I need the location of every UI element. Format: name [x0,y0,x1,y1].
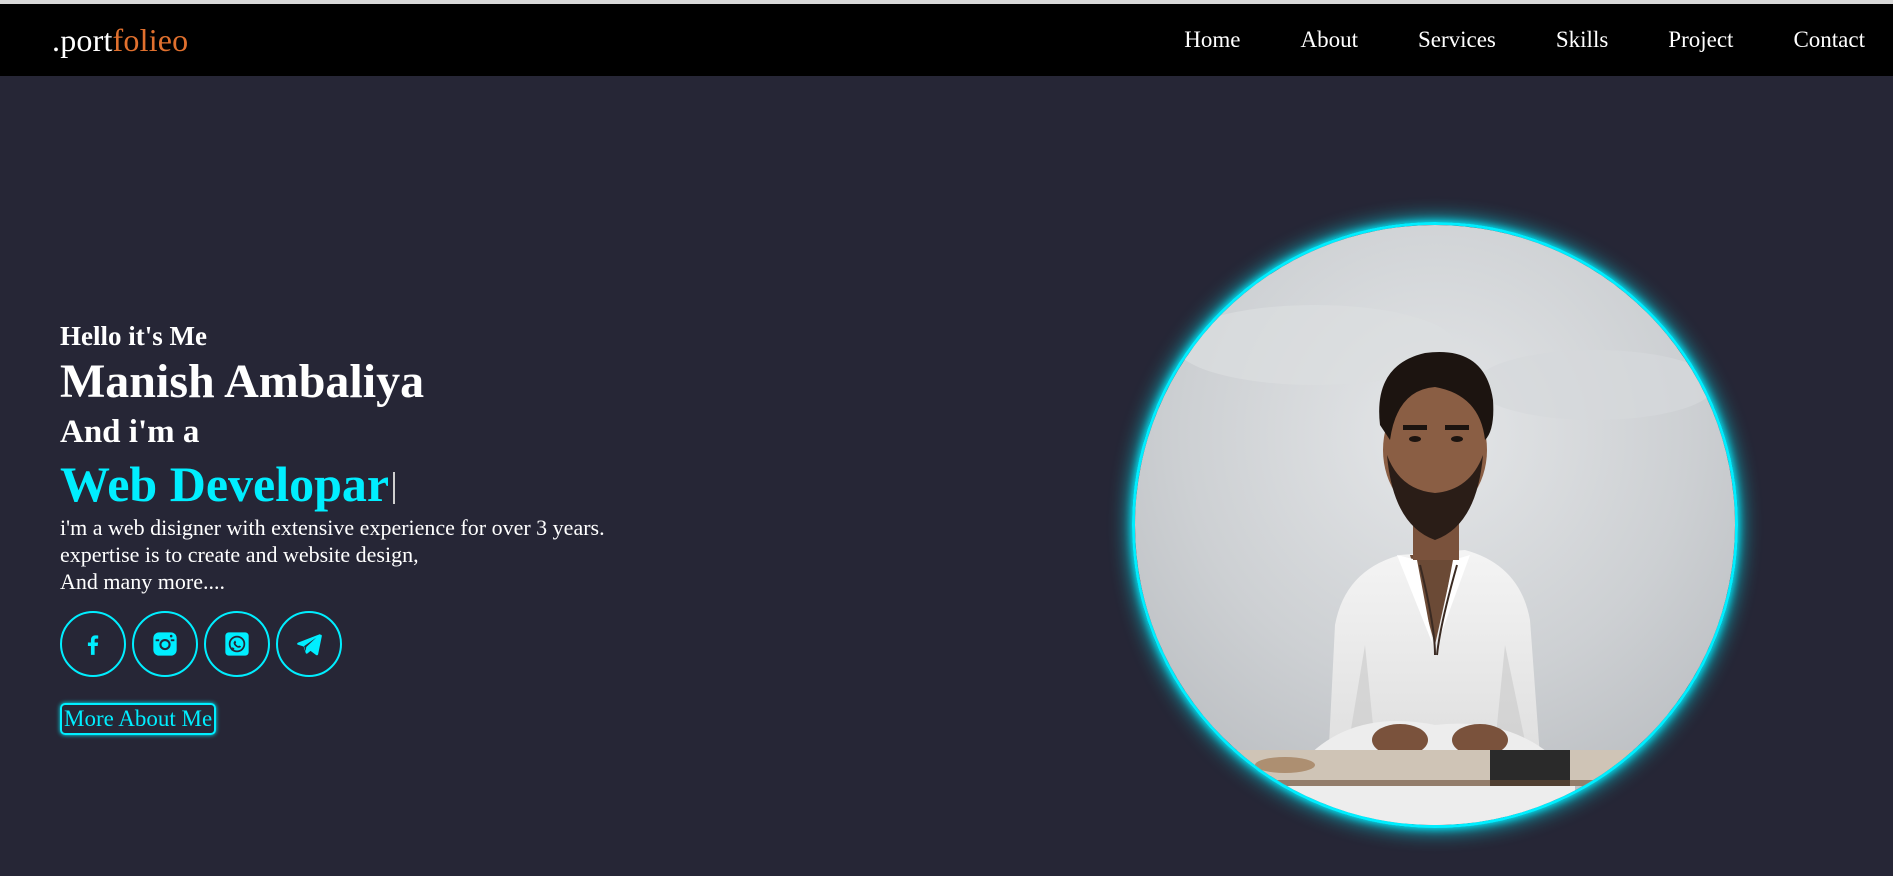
nav-skills[interactable]: Skills [1556,27,1608,53]
role-text: Web Developar [60,456,390,512]
description-line: expertise is to create and website desig… [60,542,419,567]
greeting: Hello it's Me [60,321,207,351]
description: i'm a web disigner with extensive experi… [60,514,760,595]
nav-contact[interactable]: Contact [1793,27,1865,53]
logo[interactable]: .portfolieo [52,22,188,59]
main-nav: Home About Services Skills Project Conta… [1124,27,1865,53]
whatsapp-icon [223,630,251,658]
logo-text: .port [52,21,113,58]
whatsapp-button[interactable] [204,611,270,677]
facebook-icon [80,631,106,657]
facebook-button[interactable] [60,611,126,677]
telegram-icon [295,630,323,658]
nav-services[interactable]: Services [1418,27,1496,53]
logo-accent-text: folieo [112,21,189,58]
site-header: .portfolieo Home About Services Skills P… [0,4,1893,76]
instagram-button[interactable] [132,611,198,677]
social-links [60,611,760,677]
intro-text: And i'm a [60,414,200,450]
description-line: i'm a web disigner with extensive experi… [60,515,605,540]
person-name: Manish Ambaliya [60,355,425,408]
nav-project[interactable]: Project [1668,27,1733,53]
typing-cursor [393,472,396,504]
role-title: Web Developar [60,454,760,514]
person-photo-illustration [1135,225,1735,825]
more-about-me-button[interactable]: More About Me [60,703,217,735]
telegram-button[interactable] [276,611,342,677]
description-line: And many more.... [60,569,225,594]
instagram-icon [151,630,179,658]
profile-photo [1132,222,1738,828]
nav-about[interactable]: About [1300,27,1358,53]
home-content: Hello it's Me Manish Ambaliya And i'm a … [60,318,760,735]
nav-home[interactable]: Home [1184,27,1240,53]
